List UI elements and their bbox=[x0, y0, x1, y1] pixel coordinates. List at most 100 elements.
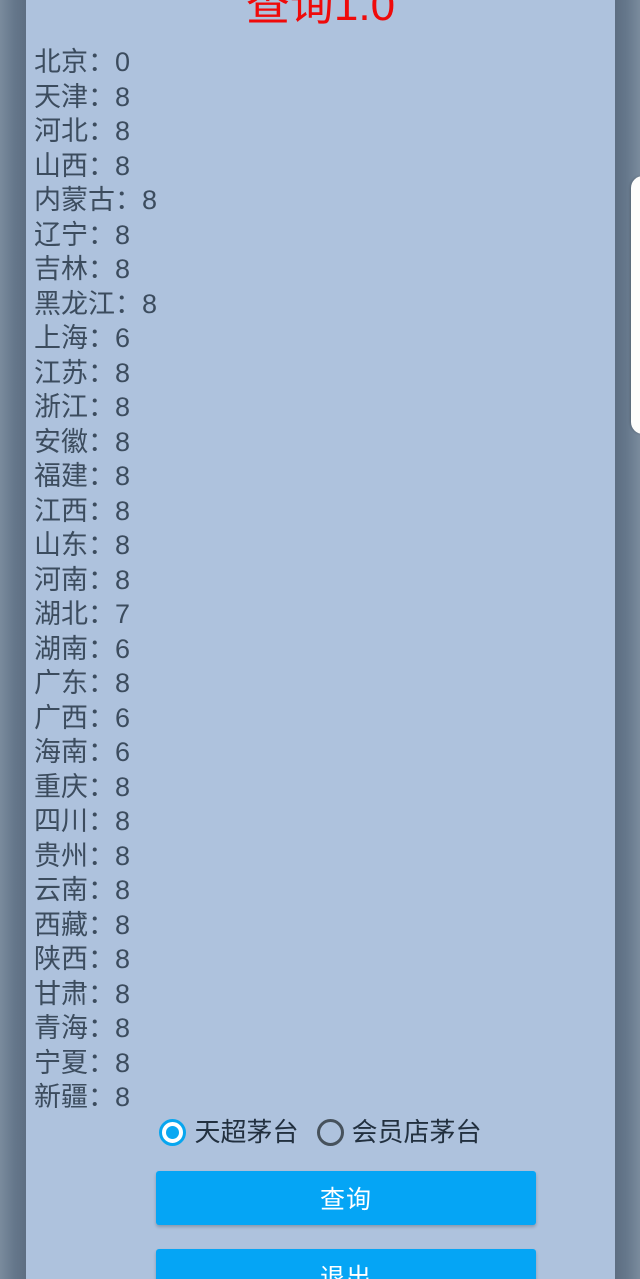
province-separator: ： bbox=[88, 840, 115, 871]
province-count: 8 bbox=[115, 806, 131, 836]
radio-checked-icon[interactable] bbox=[159, 1119, 187, 1146]
radio-option-1[interactable]: 会员店茅台 bbox=[316, 1119, 482, 1146]
province-separator: ： bbox=[88, 357, 115, 388]
province-name: 北京 bbox=[34, 47, 88, 77]
province-name: 河北 bbox=[34, 116, 88, 146]
radio-option-0[interactable]: 天超茅台 bbox=[159, 1117, 299, 1147]
title-clip: 查询1.0 bbox=[26, 0, 615, 30]
province-separator: ： bbox=[88, 599, 115, 629]
province-separator: ： bbox=[88, 668, 115, 698]
province-row: 宁夏：8 bbox=[34, 1046, 594, 1081]
province-row: 广西：6 bbox=[34, 701, 594, 736]
province-row: 河南：8 bbox=[34, 563, 594, 598]
province-row: 广东：8 bbox=[34, 666, 594, 701]
province-row: 新疆：8 bbox=[34, 1080, 594, 1115]
province-separator: ： bbox=[88, 323, 115, 353]
province-count: 8 bbox=[115, 668, 131, 698]
province-count: 8 bbox=[115, 392, 131, 422]
province-count: 8 bbox=[115, 495, 131, 526]
province-separator: ： bbox=[88, 909, 115, 940]
province-count: 8 bbox=[115, 254, 131, 284]
province-separator: ： bbox=[88, 564, 115, 595]
province-name: 江苏 bbox=[34, 357, 88, 388]
province-row: 重庆：8 bbox=[34, 770, 594, 805]
province-separator: ： bbox=[115, 185, 142, 215]
province-separator: ： bbox=[88, 116, 115, 146]
province-separator: ： bbox=[88, 1047, 115, 1078]
province-name: 河南 bbox=[34, 564, 88, 595]
province-separator: ： bbox=[88, 81, 115, 112]
province-row: 海南：6 bbox=[34, 735, 594, 770]
province-count: 8 bbox=[142, 288, 158, 319]
province-name: 内蒙古 bbox=[34, 185, 115, 215]
province-name: 四川 bbox=[34, 806, 88, 836]
province-separator: ： bbox=[88, 737, 115, 767]
province-count: 8 bbox=[115, 530, 131, 560]
province-row: 辽宁：8 bbox=[34, 218, 594, 253]
province-count: 8 bbox=[115, 357, 131, 388]
province-name: 青海 bbox=[34, 1013, 88, 1043]
province-row: 青海：8 bbox=[34, 1011, 594, 1046]
province-row: 陕西：8 bbox=[34, 942, 594, 977]
province-separator: ： bbox=[88, 47, 115, 77]
page-title: 查询1.0 bbox=[245, 0, 396, 30]
province-separator: ： bbox=[88, 1013, 115, 1043]
province-count: 6 bbox=[115, 323, 131, 353]
province-separator: ： bbox=[88, 495, 115, 526]
province-result-list: 北京：0 天津：8 河北：8 山西：8 内蒙古：8 辽宁：8 吉林：8 黑龙江：8 上海：6 江苏… bbox=[34, 45, 594, 1115]
province-name: 安徽 bbox=[34, 426, 88, 457]
province-count: 8 bbox=[115, 978, 131, 1009]
province-row: 安徽：8 bbox=[34, 425, 594, 460]
province-row: 吉林：8 bbox=[34, 252, 594, 287]
province-separator: ： bbox=[115, 288, 142, 319]
province-count: 8 bbox=[115, 81, 131, 112]
radio-option-label: 天超茅台 bbox=[194, 1117, 299, 1147]
province-name: 广东 bbox=[34, 668, 88, 698]
exit-button[interactable]: 退出 bbox=[156, 1249, 536, 1279]
province-name: 山西 bbox=[34, 150, 88, 181]
province-count: 8 bbox=[115, 1047, 131, 1078]
province-separator: ： bbox=[88, 219, 115, 250]
province-count: 8 bbox=[115, 219, 131, 250]
province-name: 广西 bbox=[34, 702, 88, 733]
province-separator: ： bbox=[88, 944, 115, 974]
province-name: 福建 bbox=[34, 461, 88, 491]
province-count: 0 bbox=[115, 47, 131, 77]
side-scroll-handle[interactable] bbox=[631, 176, 640, 434]
province-separator: ： bbox=[88, 150, 115, 181]
product-type-radio-group[interactable]: 天超茅台 会员店茅台 bbox=[26, 1119, 615, 1146]
province-row: 四川：8 bbox=[34, 804, 594, 839]
province-separator: ： bbox=[88, 771, 115, 802]
province-count: 7 bbox=[115, 599, 131, 629]
query-button[interactable]: 查询 bbox=[156, 1171, 536, 1225]
province-count: 8 bbox=[115, 116, 131, 146]
province-name: 天津 bbox=[34, 81, 88, 112]
province-row: 湖北：7 bbox=[34, 597, 594, 632]
province-name: 甘肃 bbox=[34, 978, 88, 1009]
province-row: 云南：8 bbox=[34, 873, 594, 908]
province-row: 北京：0 bbox=[34, 45, 594, 80]
province-count: 8 bbox=[115, 875, 131, 905]
province-row: 上海：6 bbox=[34, 321, 594, 356]
province-count: 8 bbox=[115, 564, 131, 595]
province-count: 8 bbox=[115, 426, 131, 457]
province-name: 湖北 bbox=[34, 599, 88, 629]
province-count: 6 bbox=[115, 633, 131, 664]
province-row: 福建：8 bbox=[34, 459, 594, 494]
province-name: 云南 bbox=[34, 875, 88, 905]
province-row: 江西：8 bbox=[34, 494, 594, 529]
province-count: 6 bbox=[115, 737, 131, 767]
province-name: 海南 bbox=[34, 737, 88, 767]
province-row: 甘肃：8 bbox=[34, 977, 594, 1012]
province-separator: ： bbox=[88, 633, 115, 664]
province-count: 8 bbox=[142, 185, 158, 215]
radio-unchecked-icon[interactable] bbox=[316, 1119, 344, 1146]
province-row: 贵州：8 bbox=[34, 839, 594, 874]
province-separator: ： bbox=[88, 426, 115, 457]
province-count: 8 bbox=[115, 944, 131, 974]
province-separator: ： bbox=[88, 806, 115, 836]
province-name: 湖南 bbox=[34, 633, 88, 664]
province-name: 贵州 bbox=[34, 840, 88, 871]
province-separator: ： bbox=[88, 978, 115, 1009]
province-name: 西藏 bbox=[34, 909, 88, 940]
